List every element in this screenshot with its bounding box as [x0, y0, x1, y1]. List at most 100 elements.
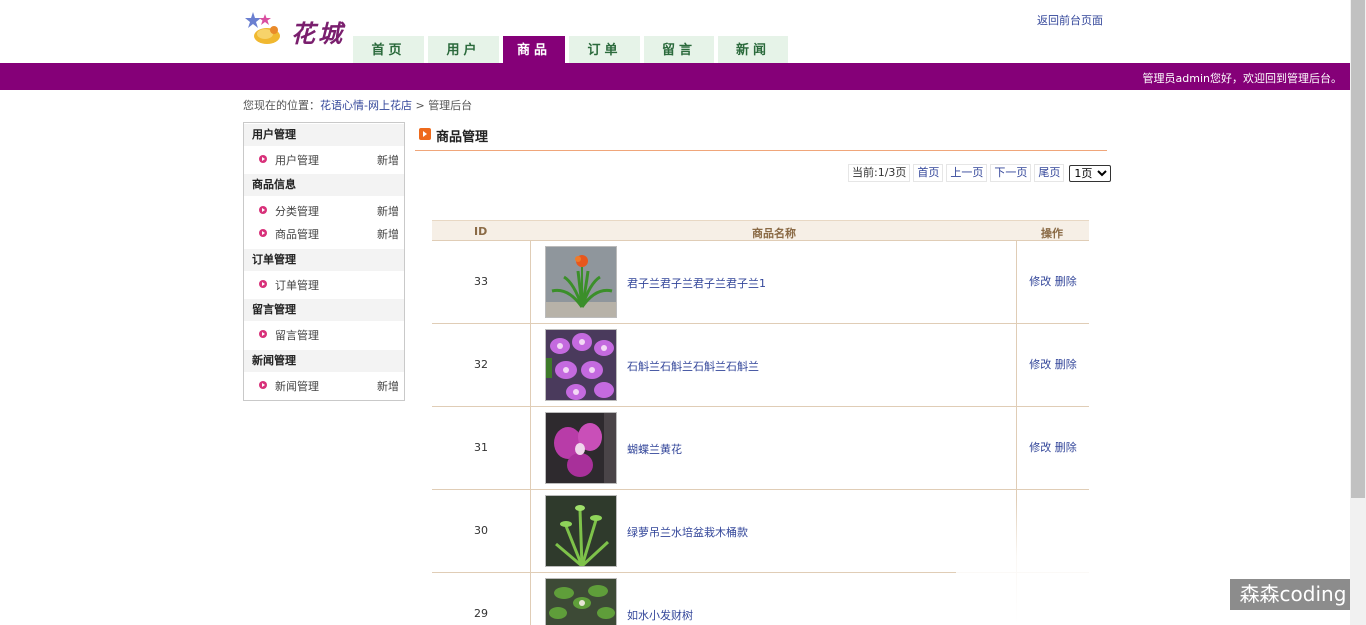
watermark: 森森coding: [1230, 579, 1356, 610]
goods-thumbnail[interactable]: [545, 329, 617, 401]
nav-tab-users[interactable]: 用户: [428, 36, 499, 63]
pagination: 当前:1/3页 首页 上一页 下一页 尾页 1页: [848, 164, 1112, 182]
sidebar-item-label[interactable]: 订单管理: [275, 277, 319, 293]
cell-op: 修改 删除: [1016, 324, 1089, 406]
page-select[interactable]: 1页: [1069, 164, 1112, 182]
cell-id: 33: [432, 241, 531, 323]
delete-link[interactable]: 删除: [1055, 275, 1077, 288]
sidebar-add-link[interactable]: 新增: [377, 226, 399, 242]
breadcrumb-prefix: 您现在的位置：: [243, 99, 320, 112]
main-title-bar: 商品管理: [415, 125, 1107, 151]
sidebar-group-messages: 留言管理: [244, 299, 404, 321]
bullet-icon: [259, 381, 267, 389]
top-bar: 管理员admin您好，欢迎回到管理后台。: [0, 63, 1350, 90]
cell-id: 31: [432, 407, 531, 489]
cell-name: 如水小发财树: [531, 573, 1016, 625]
nav-tab-messages[interactable]: 留言: [644, 36, 714, 63]
cell-name: 石斛兰石斛兰石斛兰石斛兰: [531, 324, 1016, 406]
sidebar: 用户管理 用户管理 新增 商品信息 分类管理 新增 商品管理 新增 订单管理 订…: [243, 122, 405, 401]
goods-thumbnail[interactable]: [545, 578, 617, 625]
dendrobium-image: [546, 330, 616, 400]
sidebar-item-label[interactable]: 商品管理: [275, 226, 319, 242]
flower-logo-icon: [245, 12, 280, 44]
scrollbar-thumb[interactable]: [1351, 0, 1365, 498]
goods-name-link[interactable]: 蝴蝶兰黄花: [627, 441, 682, 457]
header-op: 操作: [1041, 227, 1063, 240]
sidebar-item-category-manage[interactable]: 分类管理 新增: [244, 201, 404, 221]
bullet-icon: [259, 229, 267, 237]
sidebar-item-news-manage[interactable]: 新闻管理 新增: [244, 376, 404, 396]
table-row: 31 蝴蝶兰黄花 修改 删除: [432, 407, 1089, 490]
pothos-image: [546, 496, 616, 566]
edit-link[interactable]: 修改: [1029, 275, 1051, 288]
goods-name-link[interactable]: 如水小发财树: [627, 607, 693, 623]
cell-name: 蝴蝶兰黄花: [531, 407, 1016, 489]
phalaenopsis-image: [546, 413, 616, 483]
goods-thumbnail[interactable]: [545, 495, 617, 567]
breadcrumb-separator: >: [415, 99, 425, 112]
sidebar-add-link[interactable]: 新增: [377, 378, 399, 394]
edit-link[interactable]: 修改: [1029, 441, 1051, 454]
goods-name-link[interactable]: 君子兰君子兰君子兰君子兰1: [627, 275, 766, 291]
sidebar-item-label[interactable]: 留言管理: [275, 327, 319, 343]
nav-tab-orders[interactable]: 订单: [569, 36, 640, 63]
cell-id: 30: [432, 490, 531, 572]
breadcrumb-home-link[interactable]: 花语心情-网上花店: [320, 99, 412, 112]
sidebar-add-link[interactable]: 新增: [377, 203, 399, 219]
goods-name-link[interactable]: 石斛兰石斛兰石斛兰石斛兰: [627, 358, 759, 374]
cell-id: 32: [432, 324, 531, 406]
pager-prev[interactable]: 上一页: [946, 164, 988, 182]
sidebar-add-link[interactable]: 新增: [377, 152, 399, 168]
nav-tab-goods[interactable]: 商品: [503, 36, 565, 63]
nav-tab-news[interactable]: 新闻: [718, 36, 788, 63]
logo-text: 花城: [291, 19, 345, 48]
welcome-text: 管理员admin您好，欢迎回到管理后台。: [1142, 72, 1342, 85]
sidebar-item-label[interactable]: 分类管理: [275, 203, 319, 219]
nav-tab-home[interactable]: 首页: [353, 36, 424, 63]
pager-current: 当前:1/3页: [848, 164, 911, 182]
pager-first[interactable]: 首页: [913, 164, 944, 182]
table-row: 32 石斛兰石斛兰石斛兰石斛兰 修改 删除: [432, 324, 1089, 407]
page-title: 商品管理: [436, 130, 489, 145]
sidebar-group-orders: 订单管理: [244, 249, 404, 271]
goods-thumbnail[interactable]: [545, 412, 617, 484]
cell-op: 修改 删除: [1016, 407, 1089, 489]
arrow-right-icon: [419, 128, 431, 140]
sidebar-item-label[interactable]: 用户管理: [275, 152, 319, 168]
sidebar-item-label[interactable]: 新闻管理: [275, 378, 319, 394]
cell-name: 绿萝吊兰水培盆栽木桶款: [531, 490, 1016, 572]
main-nav: 首页 用户 商品 订单 留言 新闻: [353, 36, 792, 63]
goods-name-link[interactable]: 绿萝吊兰水培盆栽木桶款: [627, 524, 748, 540]
bullet-icon: [259, 155, 267, 163]
edit-link[interactable]: 修改: [1029, 358, 1051, 371]
header-name: 商品名称: [752, 227, 796, 240]
table-row: 33 君子兰君子兰君子兰君子兰1 修改 删除: [432, 241, 1089, 324]
sidebar-group-users: 用户管理: [244, 124, 404, 146]
sidebar-group-goods: 商品信息: [244, 174, 404, 196]
header: 花城 返回前台页面 首页 用户 商品 订单 留言 新闻: [0, 0, 1350, 63]
back-to-frontend-link[interactable]: 返回前台页面: [1037, 12, 1103, 28]
sidebar-item-order-manage[interactable]: 订单管理: [244, 275, 404, 295]
bullet-icon: [259, 280, 267, 288]
goods-thumbnail[interactable]: [545, 246, 617, 318]
sidebar-item-user-manage[interactable]: 用户管理 新增: [244, 150, 404, 170]
header-id: ID: [474, 225, 488, 238]
pager-next[interactable]: 下一页: [990, 164, 1032, 182]
pager-last[interactable]: 尾页: [1034, 164, 1065, 182]
cell-op: 修改 删除: [1016, 241, 1089, 323]
clivia-image: [546, 247, 616, 317]
site-logo[interactable]: 花城: [243, 8, 353, 48]
sidebar-item-goods-manage[interactable]: 商品管理 新增: [244, 224, 404, 244]
delete-link[interactable]: 删除: [1055, 441, 1077, 454]
delete-link[interactable]: 删除: [1055, 358, 1077, 371]
money-tree-image: [546, 579, 616, 625]
bullet-icon: [259, 330, 267, 338]
bullet-icon: [259, 206, 267, 214]
breadcrumb: 您现在的位置：花语心情-网上花店 > 管理后台: [243, 97, 472, 113]
sidebar-group-news: 新闻管理: [244, 350, 404, 372]
breadcrumb-current: 管理后台: [428, 99, 473, 112]
cell-name: 君子兰君子兰君子兰君子兰1: [531, 241, 1016, 323]
cell-id: 29: [432, 573, 531, 625]
table-header: ID 商品名称 操作: [432, 220, 1089, 241]
sidebar-item-message-manage[interactable]: 留言管理: [244, 325, 404, 345]
